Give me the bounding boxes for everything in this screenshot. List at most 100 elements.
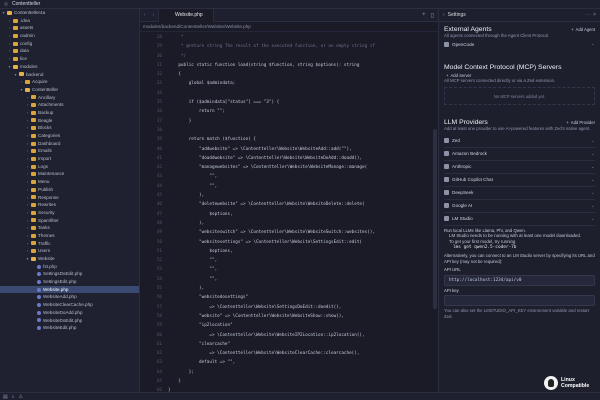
code-line[interactable]: 57 => \Contentteller\Website\SettingsDoE… <box>140 303 438 312</box>
folder-tree-item[interactable]: › config <box>0 40 139 48</box>
code-line[interactable]: 64 }; <box>140 368 438 377</box>
provider-item[interactable]: Google AI ⌄ <box>444 200 595 213</box>
window-control-icon[interactable] <box>4 2 8 6</box>
folder-tree-item[interactable]: › Acquire <box>0 78 139 86</box>
code-line[interactable]: 61 "clearcache" <box>140 340 438 349</box>
code-line[interactable]: 52 "", <box>140 256 438 265</box>
lm-studio-command[interactable]: lms get qwen2.5-coder-7b <box>439 245 600 251</box>
folder-tree-item[interactable]: › Security <box>0 209 139 217</box>
file-tree-item[interactable]: hit.php <box>0 263 139 271</box>
folder-tree-item[interactable]: › Backup <box>0 109 139 117</box>
code-line[interactable]: 47 $options, <box>140 210 438 219</box>
api-url-field[interactable]: http://localhost:1234/api/v0 <box>444 274 595 286</box>
folder-tree-item[interactable]: › cadmin <box>0 32 139 40</box>
file-tree-item[interactable]: WebsiteClearCache.php <box>0 301 139 309</box>
close-icon[interactable]: × <box>593 12 596 18</box>
file-tree-item[interactable]: WebsiteEdit.php <box>0 324 139 332</box>
folder-tree-item[interactable]: › Tasks <box>0 224 139 232</box>
more-icon[interactable]: ⋯ <box>585 12 590 18</box>
folder-tree-item[interactable]: › Traffic <box>0 240 139 248</box>
code-line[interactable]: 49 "websiteswitch" => \Contentteller\Web… <box>140 228 438 237</box>
code-line[interactable]: 56 "websitedosettings" <box>140 293 438 302</box>
code-line[interactable]: 48 ), <box>140 219 438 228</box>
provider-item[interactable]: Zed ⌄ <box>444 135 595 148</box>
diagnostics-icon[interactable]: ⚠ <box>19 394 23 400</box>
provider-item[interactable]: GitHub Copilot Chat ⌄ <box>444 174 595 187</box>
file-tree-item[interactable]: Website.php <box>0 285 139 294</box>
code-line[interactable]: 43 "", <box>140 172 438 181</box>
code-line[interactable]: 63 default => "", <box>140 358 438 367</box>
folder-tree-item[interactable]: › Spamfilter <box>0 217 139 225</box>
provider-item[interactable]: DeepSeek ⌄ <box>444 187 595 200</box>
folder-tree-item[interactable]: › Import <box>0 155 139 163</box>
folder-tree-item[interactable]: › Ancillary <box>0 94 139 102</box>
folder-tree-item[interactable]: › Categories <box>0 132 139 140</box>
folder-tree-item[interactable]: ▾ Website <box>0 255 139 263</box>
code-line[interactable]: 35 if ($admindata["status"] === "3") { <box>140 98 438 107</box>
tab-website-php[interactable]: Website.php <box>158 8 214 22</box>
file-tree-item[interactable]: WebsiteDoAdd.php <box>0 309 139 317</box>
file-tree-item[interactable]: SettingsEdit.php <box>0 278 139 286</box>
code-line[interactable]: 32 { <box>140 70 438 79</box>
api-key-field[interactable] <box>444 295 595 307</box>
folder-tree-item[interactable]: › Dashboard <box>0 140 139 148</box>
folder-tree-item[interactable]: › Logs <box>0 163 139 171</box>
code-line[interactable]: 39 return match ($function) { <box>140 135 438 144</box>
code-line[interactable]: 31 public static function load(string $f… <box>140 61 438 70</box>
folder-tree-item[interactable]: › assets <box>0 24 139 32</box>
provider-item[interactable]: LM Studio ⌄ <box>444 213 595 226</box>
folder-tree-item[interactable]: › lice <box>0 55 139 63</box>
folder-tree-item[interactable]: › Menu <box>0 178 139 186</box>
folder-tree-item[interactable]: › Publish <box>0 186 139 194</box>
code-line[interactable]: 37 } <box>140 117 438 126</box>
code-line[interactable]: 38 <box>140 126 438 135</box>
code-line[interactable]: 50 "websitesettings" => \Contentteller\W… <box>140 238 438 247</box>
folder-tree-item[interactable]: › Maintenance <box>0 170 139 178</box>
add-provider-button[interactable]: + Add Provider <box>566 120 595 125</box>
folder-tree-item[interactable]: › Blocks <box>0 124 139 132</box>
folder-tree-item[interactable]: › Attachments <box>0 101 139 109</box>
add-tab-icon[interactable]: + <box>422 12 426 19</box>
folder-tree-item[interactable]: › Rewrites <box>0 201 139 209</box>
code-line[interactable]: 44 "", <box>140 182 438 191</box>
folder-tree-item[interactable]: ▾ backend <box>0 71 139 79</box>
code-line[interactable]: 58 "website" => \Contentteller\Website\W… <box>140 312 438 321</box>
folder-tree-item[interactable]: › Beagle <box>0 117 139 125</box>
search-icon[interactable]: ⌕ <box>12 394 15 400</box>
code-line[interactable]: 59 "ip2location" <box>140 321 438 330</box>
tab-back-icon[interactable]: ‹ <box>140 12 149 18</box>
code-line[interactable]: 55 ), <box>140 284 438 293</box>
add-agent-button[interactable]: + Add Agent <box>571 27 595 32</box>
folder-tree-item[interactable]: › data <box>0 47 139 55</box>
code-line[interactable]: 40 "addwebsite" => \Contentteller\Websit… <box>140 145 438 154</box>
provider-item[interactable]: Anthropic ⌄ <box>444 161 595 174</box>
code-line[interactable]: 36 return ""; <box>140 107 438 116</box>
editor-scrollbar[interactable] <box>433 129 437 309</box>
breadcrumb[interactable]: modules/backend/Contentteller/Website/We… <box>140 22 438 32</box>
folder-tree-item[interactable]: ▾ Contentteller <box>0 86 139 94</box>
folder-tree-item[interactable]: › Emails <box>0 147 139 155</box>
code-line[interactable]: 51 $options, <box>140 247 438 256</box>
tab-forward-icon[interactable]: › <box>149 12 158 18</box>
code-line[interactable]: 29 * @return string The result of the ex… <box>140 42 438 51</box>
folder-tree-item[interactable]: ▾ Contentteller4a <box>0 9 139 17</box>
code-line[interactable]: 45 ), <box>140 191 438 200</box>
code-line[interactable]: 54 "", <box>140 275 438 284</box>
code-line[interactable]: 62 => \Contentteller\Website\WebsiteClea… <box>140 349 438 358</box>
file-tree-item[interactable]: SettingsDoEdit.php <box>0 270 139 278</box>
code-area[interactable]: 28 * 29 * @return string The result of th… <box>140 32 438 396</box>
folder-tree-item[interactable]: ▾ modules <box>0 63 139 71</box>
file-tree-item[interactable]: WebsiteDoEdit.php <box>0 317 139 325</box>
folder-tree-item[interactable]: › Response <box>0 194 139 202</box>
code-line[interactable]: 53 "", <box>140 265 438 274</box>
back-icon[interactable]: ‹ <box>443 12 445 18</box>
code-line[interactable]: 46 "deletewebsite" => \Contentteller\Web… <box>140 200 438 209</box>
project-panel-icon[interactable]: ▤ <box>3 394 8 400</box>
code-line[interactable]: 34 <box>140 89 438 98</box>
code-line[interactable]: 65 } <box>140 377 438 386</box>
folder-tree-item[interactable]: › Themes <box>0 232 139 240</box>
code-line[interactable]: 42 "managewebsites" => \Contentteller\We… <box>140 163 438 172</box>
code-line[interactable]: 33 global $admindata; <box>140 79 438 88</box>
code-line[interactable]: 41 "doaddwebsite" => \Contentteller\Webs… <box>140 154 438 163</box>
provider-item[interactable]: Amazon Bedrock ⌄ <box>444 148 595 161</box>
